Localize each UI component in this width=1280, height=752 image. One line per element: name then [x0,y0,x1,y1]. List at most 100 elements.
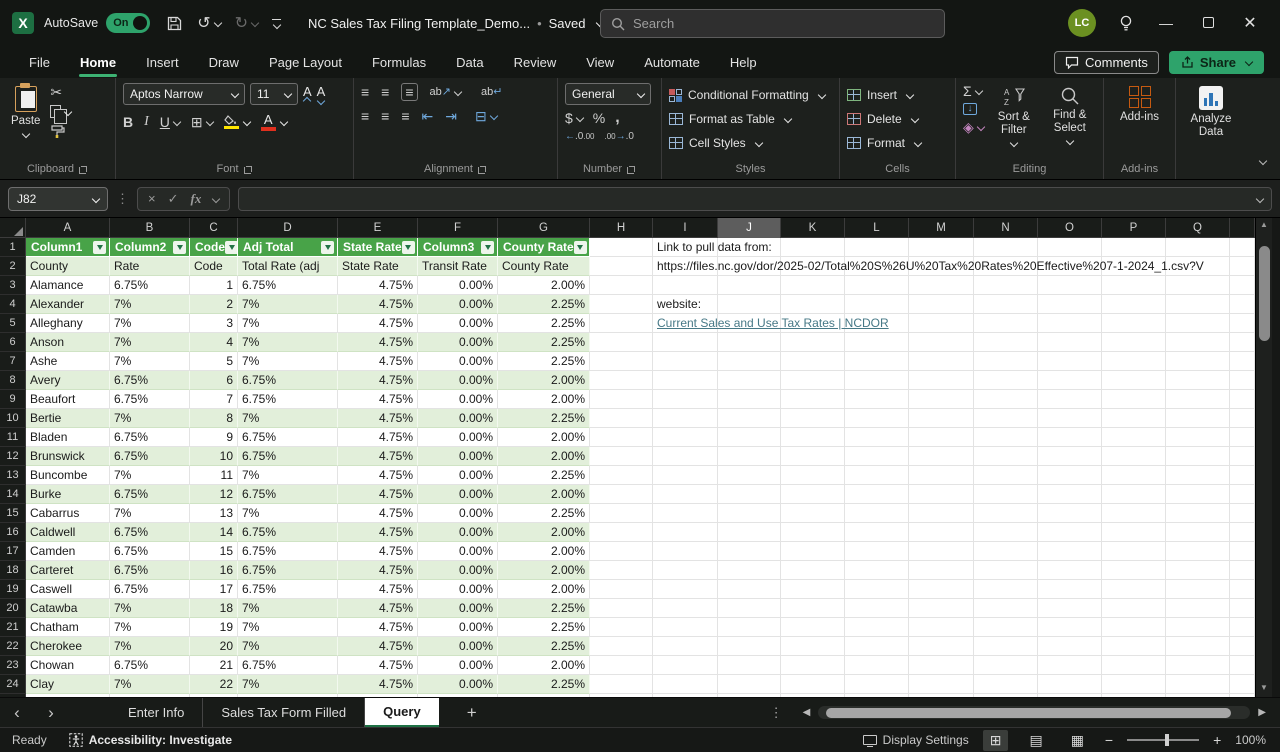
cell-N19[interactable] [974,580,1038,599]
cell-A17[interactable]: Camden [26,542,110,561]
cell-A12[interactable]: Brunswick [26,447,110,466]
cell-D9[interactable]: 6.75% [238,390,338,409]
cell-R22[interactable] [1230,637,1255,656]
bottom-align-button[interactable]: ≡ [401,83,417,101]
cell-H1[interactable] [590,238,653,257]
orientation-button[interactable]: ab↗ [430,87,461,98]
cell-Q6[interactable] [1166,333,1230,352]
cell-D16[interactable]: 6.75% [238,523,338,542]
cell-L18[interactable] [845,561,909,580]
cell-E2[interactable]: State Rate [338,257,418,276]
cell-K18[interactable] [781,561,845,580]
cell-E24[interactable]: 4.75% [338,675,418,694]
cell-Q21[interactable] [1166,618,1230,637]
cell-Q20[interactable] [1166,599,1230,618]
cell-F12[interactable]: 0.00% [418,447,498,466]
cell-C16[interactable]: 14 [190,523,238,542]
cell-P11[interactable] [1102,428,1166,447]
cell-R13[interactable] [1230,466,1255,485]
format-as-table-button[interactable]: Format as Table [669,107,832,131]
cell-N14[interactable] [974,485,1038,504]
add-ins-button[interactable]: Add-ins [1116,83,1163,159]
cell-K23[interactable] [781,656,845,675]
cell-C9[interactable]: 7 [190,390,238,409]
cell-N24[interactable] [974,675,1038,694]
customize-qat-button[interactable] [272,19,281,28]
cell-K16[interactable] [781,523,845,542]
cell-B21[interactable]: 7% [110,618,190,637]
sheet-options-icon[interactable]: ⋮ [770,705,783,721]
cell-B5[interactable]: 7% [110,314,190,333]
cell-E13[interactable]: 4.75% [338,466,418,485]
cell-D3[interactable]: 6.75% [238,276,338,295]
column-header-P[interactable]: P [1102,218,1166,238]
confirm-entry-button[interactable]: ✓ [168,191,179,207]
align-right-button[interactable]: ≡ [401,109,409,123]
row-header-24[interactable]: 24 [0,675,26,694]
previous-sheet-button[interactable]: ‹ [0,703,34,723]
cell-H5[interactable] [590,314,653,333]
column-header-Q[interactable]: Q [1166,218,1230,238]
shrink-font-button[interactable]: A [317,85,326,104]
cell-H18[interactable] [590,561,653,580]
cell-F23[interactable]: 0.00% [418,656,498,675]
cell-E1[interactable]: State Rate [338,238,418,257]
number-format-select[interactable]: General [565,83,651,105]
cell-N12[interactable] [974,447,1038,466]
cell-L3[interactable] [845,276,909,295]
cell-R5[interactable] [1230,314,1255,333]
cell-J4[interactable] [718,295,781,314]
column-header-A[interactable]: A [26,218,110,238]
column-header-E[interactable]: E [338,218,418,238]
cell-G24[interactable]: 2.25% [498,675,590,694]
insert-cells-button[interactable]: Insert [847,83,948,107]
cell-H20[interactable] [590,599,653,618]
cell-P9[interactable] [1102,390,1166,409]
cell-H3[interactable] [590,276,653,295]
grow-font-button[interactable]: A [303,85,312,104]
cell-K17[interactable] [781,542,845,561]
cell-J18[interactable] [718,561,781,580]
cell-C1[interactable]: Code [190,238,238,257]
cell-F10[interactable]: 0.00% [418,409,498,428]
cell-R24[interactable] [1230,675,1255,694]
cell-R16[interactable] [1230,523,1255,542]
cell-E21[interactable]: 4.75% [338,618,418,637]
cell-A23[interactable]: Chowan [26,656,110,675]
chevron-down-icon[interactable] [212,194,220,202]
cell-N22[interactable] [974,637,1038,656]
cell-O23[interactable] [1038,656,1102,675]
cell-D5[interactable]: 7% [238,314,338,333]
cell-R6[interactable] [1230,333,1255,352]
cell-D1[interactable]: Adj Total [238,238,338,257]
cell-H13[interactable] [590,466,653,485]
accounting-format-button[interactable]: $ [565,111,583,125]
column-header-N[interactable]: N [974,218,1038,238]
row-header-12[interactable]: 12 [0,447,26,466]
select-all-corner[interactable] [0,218,26,238]
menu-tab-review[interactable]: Review [501,50,570,75]
cell-K7[interactable] [781,352,845,371]
cell-L9[interactable] [845,390,909,409]
share-button[interactable]: Share [1169,51,1264,74]
cell-E16[interactable]: 4.75% [338,523,418,542]
cell-O4[interactable] [1038,295,1102,314]
cell-O16[interactable] [1038,523,1102,542]
cell-R11[interactable] [1230,428,1255,447]
cell-H12[interactable] [590,447,653,466]
cell-I5[interactable]: Current Sales and Use Tax Rates | NCDOR [653,314,718,333]
cell-H8[interactable] [590,371,653,390]
cell-B6[interactable]: 7% [110,333,190,352]
accessibility-status[interactable]: Accessibility: Investigate [69,733,232,747]
cell-G4[interactable]: 2.25% [498,295,590,314]
cell-G19[interactable]: 2.00% [498,580,590,599]
cell-O5[interactable] [1038,314,1102,333]
cell-F18[interactable]: 0.00% [418,561,498,580]
cell-D14[interactable]: 6.75% [238,485,338,504]
cell-I8[interactable] [653,371,718,390]
vertical-scrollbar-thumb[interactable] [1259,246,1270,341]
cell-P7[interactable] [1102,352,1166,371]
cell-O19[interactable] [1038,580,1102,599]
autosum-button[interactable]: Σ [963,84,984,98]
cell-M12[interactable] [909,447,974,466]
